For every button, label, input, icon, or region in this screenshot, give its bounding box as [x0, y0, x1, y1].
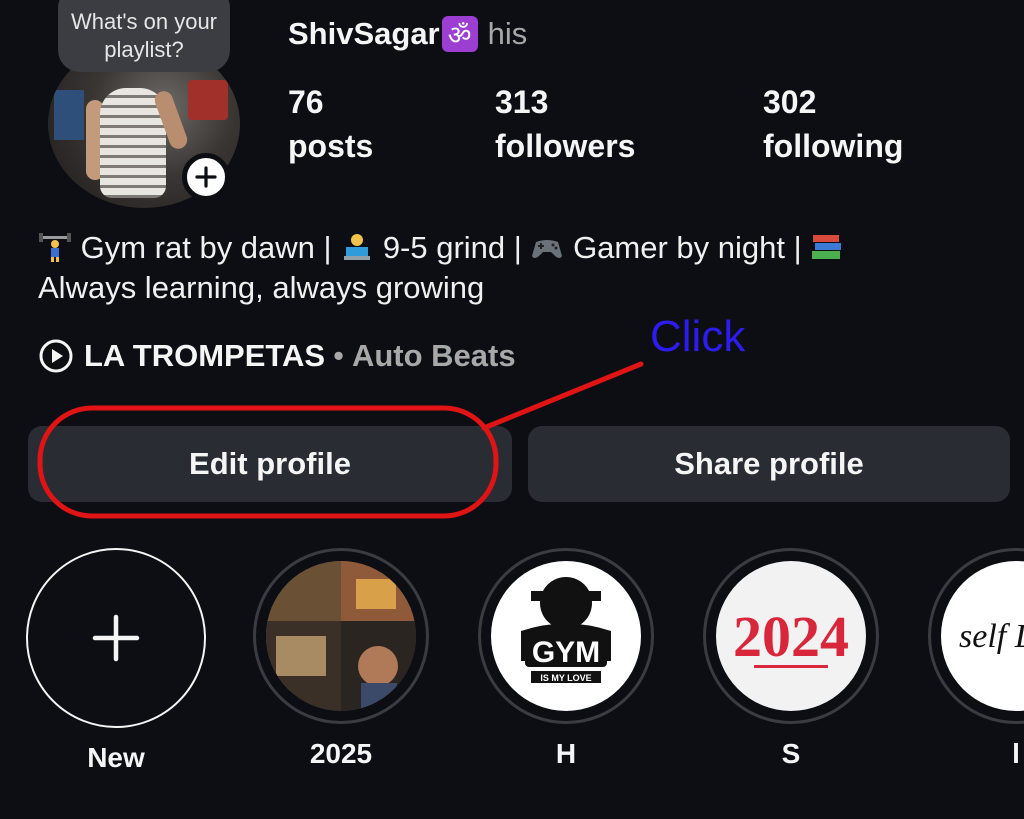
avatar-background-shape	[54, 90, 84, 140]
highlight-cover-2025	[266, 561, 416, 711]
highlight-l[interactable]: self LO l	[926, 548, 1024, 770]
om-badge: ॐ	[441, 16, 478, 52]
self-love-graphic: self LO	[959, 618, 1024, 655]
highlight-new[interactable]: New	[26, 548, 206, 774]
avatar-background-shape	[188, 80, 228, 120]
bio-part-1: Gym rat by dawn |	[72, 230, 341, 265]
stat-following-label: following	[763, 128, 904, 164]
plus-icon	[195, 166, 217, 188]
music-artist: Auto Beats	[351, 338, 516, 373]
video-game-emoji-icon	[530, 232, 564, 262]
stat-followers-label: followers	[495, 128, 636, 164]
self-love-text: self LO	[959, 618, 1024, 655]
bio: Gym rat by dawn | 9-5 grind | Gamer by n…	[38, 228, 998, 308]
highlight-s[interactable]: 2024 S	[701, 548, 881, 770]
weightlifter-emoji-icon	[38, 232, 72, 262]
username: ShivSagar	[288, 16, 440, 51]
play-circle-icon	[39, 339, 73, 373]
highlight-cover-2024: 2024	[716, 561, 866, 711]
stat-posts[interactable]: 76 posts	[288, 80, 373, 168]
note-text: What's on your playlist?	[70, 9, 218, 62]
annotation-label: Click	[650, 312, 746, 361]
stat-posts-value: 76	[288, 84, 324, 120]
plus-icon	[92, 614, 140, 662]
profile-page: What's on your playlist? ShivSagar ॐ his…	[0, 0, 1024, 819]
highlight-ring	[253, 548, 429, 724]
highlight-ring: 2024	[703, 548, 879, 724]
highlight-h[interactable]: GYM IS MY LOVE H	[476, 548, 656, 770]
bio-part-2: 9-5 grind |	[374, 230, 531, 265]
highlight-ring: GYM IS MY LOVE	[478, 548, 654, 724]
year-graphic-text: 2024	[733, 604, 849, 669]
highlight-label: H	[555, 738, 577, 769]
collage-image	[266, 561, 416, 711]
stat-following-value: 302	[763, 84, 817, 120]
note-bubble[interactable]: What's on your playlist?	[58, 0, 230, 72]
music-title: LA TROMPETAS	[84, 338, 326, 373]
bio-part-3: Gamer by night |	[564, 230, 811, 265]
bio-line-2: Always learning, always growing	[38, 270, 485, 305]
highlight-cover-gym: GYM IS MY LOVE	[491, 561, 641, 711]
stat-followers[interactable]: 313 followers	[495, 80, 635, 168]
highlight-label: S	[781, 738, 801, 769]
add-story-button[interactable]	[182, 153, 230, 201]
technologist-emoji-icon	[340, 232, 374, 262]
stat-posts-label: posts	[288, 128, 374, 164]
highlight-2025[interactable]: 2025	[251, 548, 431, 770]
stat-following[interactable]: 302 following	[763, 80, 903, 168]
stat-followers-value: 313	[495, 84, 549, 120]
year-graphic: 2024	[733, 604, 849, 669]
username-row: ShivSagar ॐ his	[288, 14, 527, 54]
edit-profile-button[interactable]: Edit profile	[28, 426, 512, 502]
highlight-ring: self LO	[928, 548, 1024, 724]
share-profile-button[interactable]: Share profile	[528, 426, 1010, 502]
books-emoji-icon	[810, 232, 844, 262]
music-separator: •	[333, 338, 344, 373]
profile-music[interactable]: LA TROMPETAS • Auto Beats	[38, 334, 516, 378]
pronoun: his	[487, 16, 528, 51]
gym-logo: GYM IS MY LOVE	[521, 577, 611, 683]
highlight-cover-self-love: self LO	[941, 561, 1024, 711]
highlight-label: 2025	[309, 738, 373, 769]
gym-logo-text: GYM	[532, 636, 600, 669]
gym-logo-subtext: IS MY LOVE	[540, 673, 591, 683]
highlight-label: l	[1012, 738, 1020, 769]
highlight-label: New	[87, 742, 145, 773]
highlight-new-ring	[26, 548, 206, 728]
